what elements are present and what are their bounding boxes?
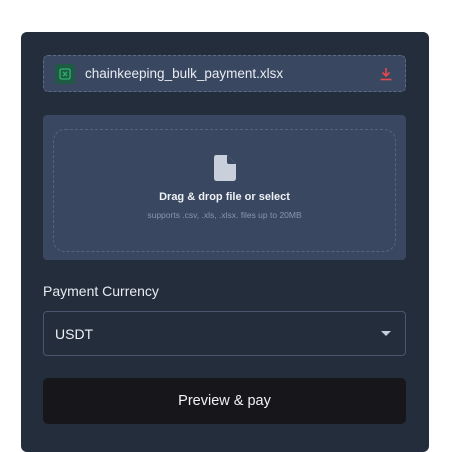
dropzone-title[interactable]: Drag & drop file or select [159, 191, 290, 203]
payment-currency-label: Payment Currency [43, 283, 159, 299]
document-icon [212, 154, 238, 182]
excel-file-icon [55, 63, 75, 84]
selected-currency: USDT [55, 325, 94, 342]
dropzone-area[interactable]: Drag & drop file or select supports .csv… [53, 129, 396, 252]
preview-pay-button[interactable]: Preview & pay [43, 378, 406, 424]
dropzone-subtitle: supports .csv, .xls, .xlsx. files up to … [147, 210, 302, 220]
file-name: chainkeeping_bulk_payment.xlsx [85, 66, 284, 81]
uploaded-file-row: chainkeeping_bulk_payment.xlsx [43, 55, 406, 92]
bulk-payment-panel: chainkeeping_bulk_payment.xlsx Drag & dr… [21, 32, 429, 452]
file-dropzone[interactable]: Drag & drop file or select supports .csv… [43, 115, 406, 260]
chevron-down-icon [381, 331, 391, 336]
payment-currency-select[interactable]: USDT [43, 311, 406, 356]
download-icon[interactable] [378, 66, 394, 82]
